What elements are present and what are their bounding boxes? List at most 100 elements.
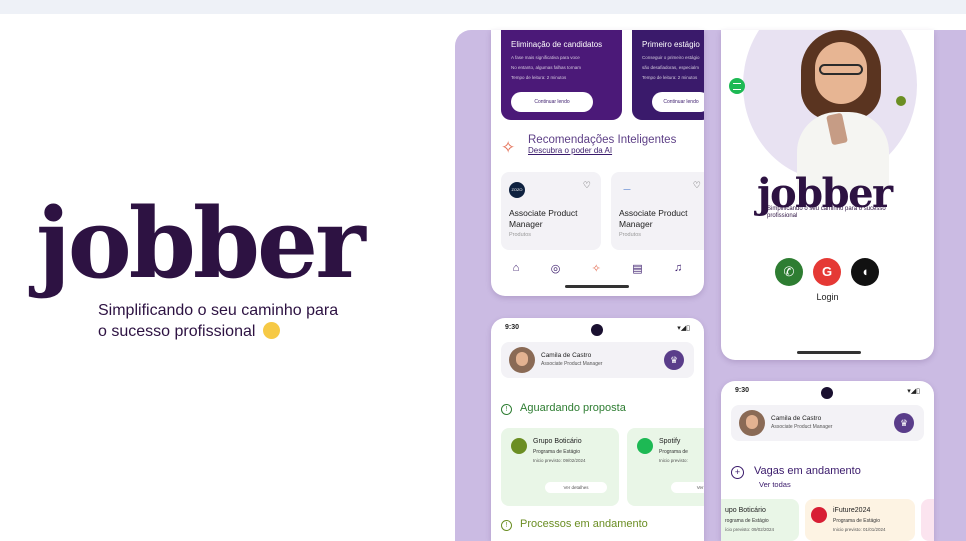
bottom-navigation: ⌂ ◎ ✧ ▤ ♫ xyxy=(491,258,704,278)
company-name: Grupo Boticário xyxy=(533,438,582,445)
awaiting-card[interactable]: Spotify Programa de Inicio previsto: Ver… xyxy=(627,428,704,506)
clock-icon: + xyxy=(731,466,744,479)
company-logo: ZOZO xyxy=(509,182,525,198)
crown-icon[interactable]: ♛ xyxy=(664,350,684,370)
promo-text: No entanto, algumas falhas tornam xyxy=(511,65,582,70)
login-tagline: Simplificando o seu caminho para o suces… xyxy=(767,206,886,219)
phone-login-screen: jobber Simplificando o seu caminho para … xyxy=(721,30,934,360)
login-label: Login xyxy=(816,292,839,302)
boticario-logo-icon xyxy=(896,96,906,106)
start-date: ício previsto: 09/02/2024 xyxy=(725,527,775,532)
promo-text: Conseguir o primeiro estágio xyxy=(642,55,700,60)
jobber-logo: jobber xyxy=(36,187,366,300)
camera-notch xyxy=(821,387,833,399)
company-name: upo Boticário xyxy=(725,507,766,514)
vaga-card[interactable] xyxy=(921,499,934,541)
heart-icon[interactable]: ♡ xyxy=(583,180,591,191)
vagas-title-text: Vagas em andamento xyxy=(754,465,861,477)
phone-dashboard-screen: 9:30 ▾◢▯ Camila de Castro Associate Prod… xyxy=(491,318,704,541)
start-date: Inicio previsto: xyxy=(659,458,688,463)
awaiting-card[interactable]: Grupo Boticário Programa de Estágio Inic… xyxy=(501,428,619,506)
job-title: Associate Product Manager xyxy=(509,208,578,229)
promo-card[interactable]: Eliminação de candidatos A fase mais sig… xyxy=(501,30,622,120)
profile-role: Associate Product Manager xyxy=(541,361,603,367)
status-time: 9:30 xyxy=(735,387,750,394)
job-title: Associate Product Manager xyxy=(619,208,688,229)
status-bar: 9:30 ▾◢▯ xyxy=(735,387,920,401)
sparkle-icon[interactable]: ✧ xyxy=(592,262,601,275)
program-name: Programa de xyxy=(659,449,688,455)
google-icon[interactable]: G xyxy=(813,258,841,286)
promo-card[interactable]: Primeiro estágio Conseguir o primeiro es… xyxy=(632,30,704,120)
in-progress-title-text: Processos em andamento xyxy=(520,518,648,530)
promo-read-time: Tempo de leitura: 2 minutos xyxy=(642,75,698,80)
recommendations-header: ✧ Recomendações Inteligentes Descubra o … xyxy=(501,134,677,157)
spotify-logo-icon xyxy=(729,78,745,94)
document-icon[interactable]: ▤ xyxy=(632,262,642,275)
home-icon[interactable]: ⌂ xyxy=(513,262,520,274)
start-date: Inicio previsto: 09/02/2024 xyxy=(533,458,586,463)
spotify-logo-icon xyxy=(637,438,653,454)
job-card[interactable]: ZOZO ♡ Associate Product Manager Produto… xyxy=(501,172,601,250)
profile-name: Camila de Castro xyxy=(771,415,822,422)
see-all-link[interactable]: Ver todas xyxy=(759,480,791,489)
job-card[interactable]: — ♡ Associate Product Manager Produtos xyxy=(611,172,704,250)
tagline-line-2-text: o sucesso profissional xyxy=(98,323,256,340)
phone-openings-screen: 9:30 ▾◢▯ Camila de Castro Associate Prod… xyxy=(721,381,934,541)
smile-emoji-icon xyxy=(262,322,280,339)
bell-icon[interactable]: ♫ xyxy=(674,262,682,274)
company-logo: — xyxy=(619,182,635,198)
ifood-logo-icon xyxy=(811,507,827,523)
job-area: Produtos xyxy=(619,232,642,238)
awaiting-title-text: Aguardando proposta xyxy=(520,402,626,414)
signal-battery-icon: ▾◢▯ xyxy=(677,325,690,332)
status-time: 9:30 xyxy=(505,324,520,331)
status-bar: 9:30 ▾◢▯ xyxy=(505,324,690,338)
avatar xyxy=(739,410,765,436)
top-band xyxy=(0,0,966,14)
whatsapp-icon[interactable]: ✆ xyxy=(775,258,803,286)
apple-icon[interactable]: ◖ xyxy=(851,258,879,286)
crown-icon[interactable]: ♛ xyxy=(894,413,914,433)
in-progress-section-title: ! Processos em andamento xyxy=(501,518,648,531)
avatar xyxy=(509,347,535,373)
profile-card[interactable]: Camila de Castro Associate Product Manag… xyxy=(731,405,924,441)
promo-text: A fase mais significativa para voce xyxy=(511,55,580,60)
start-date: Inicio previsto: 01/01/2024 xyxy=(833,527,886,532)
signal-battery-icon: ▾◢▯ xyxy=(907,388,920,395)
vagas-section-title: + Vagas em andamento xyxy=(731,465,861,479)
target-icon[interactable]: ◎ xyxy=(551,262,561,275)
hero-photo xyxy=(779,30,899,190)
boticario-logo-icon xyxy=(511,438,527,454)
recommendations-title: Recomendações Inteligentes xyxy=(528,134,677,146)
continue-reading-button[interactable]: Continuar lendo xyxy=(511,92,593,112)
tagline-line-2: o sucesso profissional xyxy=(98,321,363,342)
vaga-card[interactable]: upo Boticário rograma de Estágio ício pr… xyxy=(721,499,799,541)
home-indicator xyxy=(565,285,629,288)
program-name: Programa de Estágio xyxy=(833,518,880,524)
brand-block: jobber Simplificando o seu caminho para … xyxy=(36,187,366,342)
brand-tagline: Simplificando o seu caminho para o suces… xyxy=(98,300,363,342)
promo-title: Eliminação de candidatos xyxy=(511,40,603,49)
sparkle-icon: ✧ xyxy=(501,138,516,157)
heart-icon[interactable]: ♡ xyxy=(693,180,701,191)
promo-title: Primeiro estágio xyxy=(642,40,700,49)
profile-role: Associate Product Manager xyxy=(771,424,833,430)
clock-icon: ! xyxy=(501,404,512,415)
promo-text: são desafiadoras, especialm xyxy=(642,65,700,70)
continue-reading-button[interactable]: Continuar lendo xyxy=(652,92,704,112)
clock-icon: ! xyxy=(501,520,512,531)
company-name: Spotify xyxy=(659,438,681,445)
discover-ai-link[interactable]: Descubra o poder da AI xyxy=(528,146,676,155)
phone-home-screen: Eliminação de candidatos A fase mais sig… xyxy=(491,30,704,296)
profile-card[interactable]: Camila de Castro Associate Product Manag… xyxy=(501,342,694,378)
tagline-line-1: Simplificando o seu caminho para xyxy=(98,302,339,319)
awaiting-section-title: ! Aguardando proposta xyxy=(501,402,626,415)
view-details-button[interactable]: Ver d xyxy=(671,482,704,493)
program-name: Programa de Estágio xyxy=(533,449,580,455)
camera-notch xyxy=(591,324,603,336)
profile-name: Camila de Castro xyxy=(541,352,592,359)
vaga-card[interactable]: iFuture2024 Programa de Estágio Inicio p… xyxy=(805,499,915,541)
view-details-button[interactable]: Ver detalhes xyxy=(545,482,607,493)
company-name: iFuture2024 xyxy=(833,507,871,514)
